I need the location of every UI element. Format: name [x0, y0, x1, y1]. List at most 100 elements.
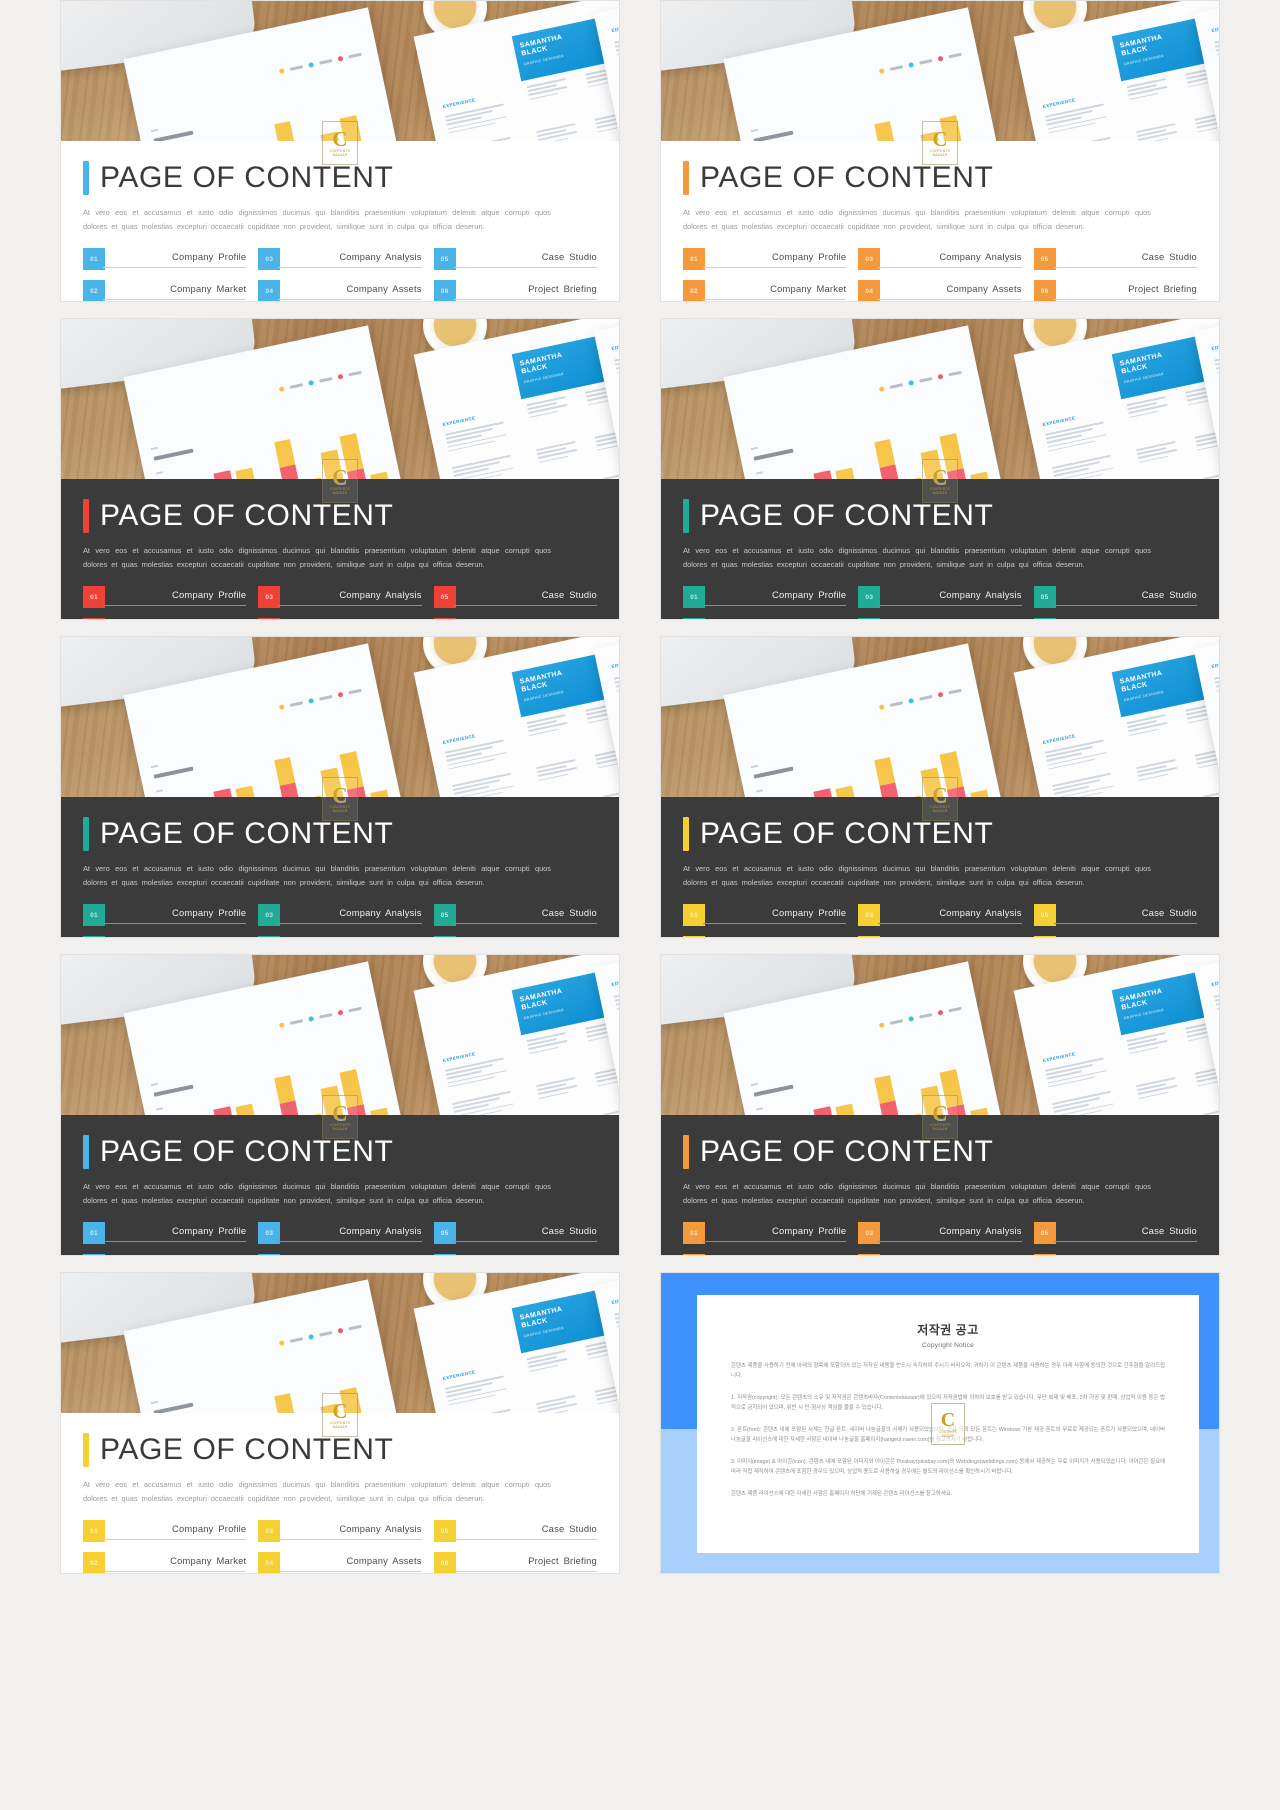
slide-paragraph: At vero eos et accusamus et iusto odio d…	[83, 864, 551, 887]
list-item[interactable]: 03 Company Analysis	[858, 247, 1022, 270]
item-label: Company Analysis	[939, 1225, 1022, 1236]
list-item[interactable]: 03 Company Analysis	[258, 1519, 422, 1542]
item-label-rule: Case Studio	[453, 585, 597, 606]
item-number-badge: 05	[433, 1520, 456, 1542]
list-item[interactable]: 03 Company Analysis	[258, 1221, 422, 1244]
copyright-intro: 콘텐츠 제품을 사용하기 전에 아래의 항목에 포함되어 있는 저작권 내용을 …	[731, 1363, 1165, 1379]
photo-fade-overlay	[61, 319, 619, 479]
list-item[interactable]: 06Project Briefing	[1033, 617, 1197, 619]
list-item[interactable]: 03 Company Analysis	[258, 247, 422, 270]
item-label: Company Assets	[946, 283, 1022, 294]
item-number-badge: 05	[1033, 586, 1056, 608]
list-item[interactable]: 02Company Market	[683, 935, 846, 937]
item-label-rule: Company Profile	[103, 247, 247, 268]
list-item[interactable]: 02Company Market	[683, 617, 846, 619]
content-slide-teal-dark-2[interactable]: SAMANTHABLACKGRAPHIC DESIGNEREXPERIENCEE…	[60, 636, 620, 938]
list-item[interactable]: 04Company Assets	[258, 1253, 421, 1255]
content-slide-orange-light[interactable]: SAMANTHABLACKGRAPHIC DESIGNEREXPERIENCEE…	[660, 0, 1220, 302]
content-slide-teal-dark[interactable]: SAMANTHABLACKGRAPHIC DESIGNEREXPERIENCEE…	[660, 318, 1220, 620]
list-item[interactable]: 04Company Assets	[858, 279, 1022, 301]
item-label-rule: Company Profile	[103, 1519, 247, 1540]
item-label: Case Studio	[541, 907, 597, 918]
list-item[interactable]: 03 Company Analysis	[258, 585, 422, 608]
page-title: PAGE OF CONTENT	[100, 1135, 394, 1168]
content-slide-yellow-light[interactable]: SAMANTHABLACKGRAPHIC DESIGNEREXPERIENCEE…	[60, 1272, 620, 1574]
watermark-caption-primary: CONTENTS	[929, 1123, 951, 1127]
watermark-logo: C CONTENTS BAZAAR	[931, 1403, 965, 1445]
list-item[interactable]: 02Company Market	[683, 1253, 846, 1255]
page-title: PAGE OF CONTENT	[100, 161, 394, 194]
slide-photo: SAMANTHABLACKGRAPHIC DESIGNEREXPERIENCEE…	[661, 637, 1219, 797]
list-item[interactable]: 06Project Briefing	[433, 1253, 597, 1255]
list-item[interactable]: 02Company Market	[83, 1551, 247, 1573]
page-title: PAGE OF CONTENT	[100, 499, 394, 532]
list-item[interactable]: 06Project Briefing	[1033, 935, 1197, 937]
list-item[interactable]: 05 Case Studio	[433, 1519, 597, 1542]
list-item[interactable]: 05 Case Studio	[433, 247, 597, 270]
list-item[interactable]: 05 Case Studio	[433, 1221, 597, 1244]
list-item[interactable]: 02Company Market	[683, 279, 847, 301]
slide-title-row: PAGE OF CONTENT	[683, 817, 1197, 851]
list-item[interactable]: 04Company Assets	[258, 1551, 422, 1573]
item-label: Company Analysis	[339, 251, 422, 262]
list-item[interactable]: 01 Company Profile	[83, 247, 247, 270]
list-item[interactable]: 05 Case Studio	[1033, 903, 1197, 926]
item-number-badge: 03	[858, 248, 881, 270]
item-label: Case Studio	[1141, 251, 1197, 262]
content-slide-orange-dark[interactable]: SAMANTHABLACKGRAPHIC DESIGNEREXPERIENCEE…	[660, 954, 1220, 1256]
watermark-caption-primary: CONTENTS	[929, 487, 951, 491]
content-slide-yellow-dark[interactable]: SAMANTHABLACKGRAPHIC DESIGNEREXPERIENCEE…	[660, 636, 1220, 938]
item-label-rule: Company Market	[103, 1551, 247, 1572]
list-item[interactable]: 04Company Assets	[258, 617, 421, 619]
list-item[interactable]: 01 Company Profile	[683, 585, 847, 608]
list-item[interactable]: 06Project Briefing	[433, 279, 597, 301]
item-label-rule: Project Briefing	[1054, 935, 1197, 937]
list-item[interactable]: 06Project Briefing	[1033, 279, 1197, 301]
list-item[interactable]: 04Company Assets	[858, 617, 1021, 619]
list-item[interactable]: 02Company Market	[83, 935, 246, 937]
list-item[interactable]: 04Company Assets	[258, 279, 422, 301]
list-item[interactable]: 01 Company Profile	[683, 247, 847, 270]
list-item[interactable]: 06Project Briefing	[433, 935, 597, 937]
list-item[interactable]: 03 Company Analysis	[858, 585, 1022, 608]
item-number-badge: 01	[683, 904, 705, 926]
list-item[interactable]: 04Company Assets	[258, 935, 421, 937]
list-item[interactable]: 01 Company Profile	[83, 1221, 247, 1244]
slide-photo: SAMANTHABLACKGRAPHIC DESIGNEREXPERIENCEE…	[61, 637, 619, 797]
list-item[interactable]: 02Company Market	[83, 1253, 246, 1255]
item-label: Company Market	[770, 283, 847, 294]
content-slide-blue-light[interactable]: SAMANTHABLACKGRAPHIC DESIGNEREXPERIENCEE…	[60, 0, 620, 302]
list-item[interactable]: 03 Company Analysis	[858, 903, 1022, 926]
list-item[interactable]: 05 Case Studio	[1033, 247, 1197, 270]
list-item[interactable]: 06Project Briefing	[433, 1551, 597, 1573]
content-slide-blue-dark[interactable]: SAMANTHABLACKGRAPHIC DESIGNEREXPERIENCEE…	[60, 954, 620, 1256]
list-item[interactable]: 06Project Briefing	[1033, 1253, 1197, 1255]
watermark-caption-primary: CONTENTS	[329, 149, 351, 153]
slide-body: C CONTENTS BAZAAR PAGE OF CONTENT At vero eo…	[61, 121, 619, 301]
content-item-list: 01 Company Profile 03 Company Analysis 05 Cas…	[83, 585, 597, 619]
list-item[interactable]: 01 Company Profile	[83, 1519, 247, 1542]
list-item[interactable]: 04Company Assets	[858, 935, 1021, 937]
list-item[interactable]: 05 Case Studio	[433, 903, 597, 926]
item-number-badge: 04	[258, 936, 281, 937]
list-item[interactable]: 01 Company Profile	[83, 585, 247, 608]
list-item[interactable]: 03 Company Analysis	[858, 1221, 1022, 1244]
list-item[interactable]: 01 Company Profile	[83, 903, 247, 926]
item-number-badge: 01	[83, 904, 105, 926]
list-item[interactable]: 04Company Assets	[858, 1253, 1021, 1255]
list-item[interactable]: 03 Company Analysis	[258, 903, 422, 926]
list-item[interactable]: 01 Company Profile	[683, 903, 847, 926]
list-item[interactable]: 05 Case Studio	[1033, 585, 1197, 608]
item-number-badge: 06	[433, 936, 456, 937]
list-item[interactable]: 05 Case Studio	[1033, 1221, 1197, 1244]
list-item[interactable]: 02Company Market	[83, 617, 246, 619]
list-item[interactable]: 06Project Briefing	[433, 617, 597, 619]
list-item[interactable]: 05 Case Studio	[433, 585, 597, 608]
list-item[interactable]: 02Company Market	[83, 279, 247, 301]
watermark-letter: C	[940, 1408, 956, 1431]
item-label-rule: Case Studio	[453, 1519, 597, 1540]
item-label: Company Profile	[772, 907, 847, 918]
item-number-badge: 04	[258, 280, 281, 301]
content-slide-red-dark[interactable]: SAMANTHABLACKGRAPHIC DESIGNEREXPERIENCEE…	[60, 318, 620, 620]
list-item[interactable]: 01 Company Profile	[683, 1221, 847, 1244]
